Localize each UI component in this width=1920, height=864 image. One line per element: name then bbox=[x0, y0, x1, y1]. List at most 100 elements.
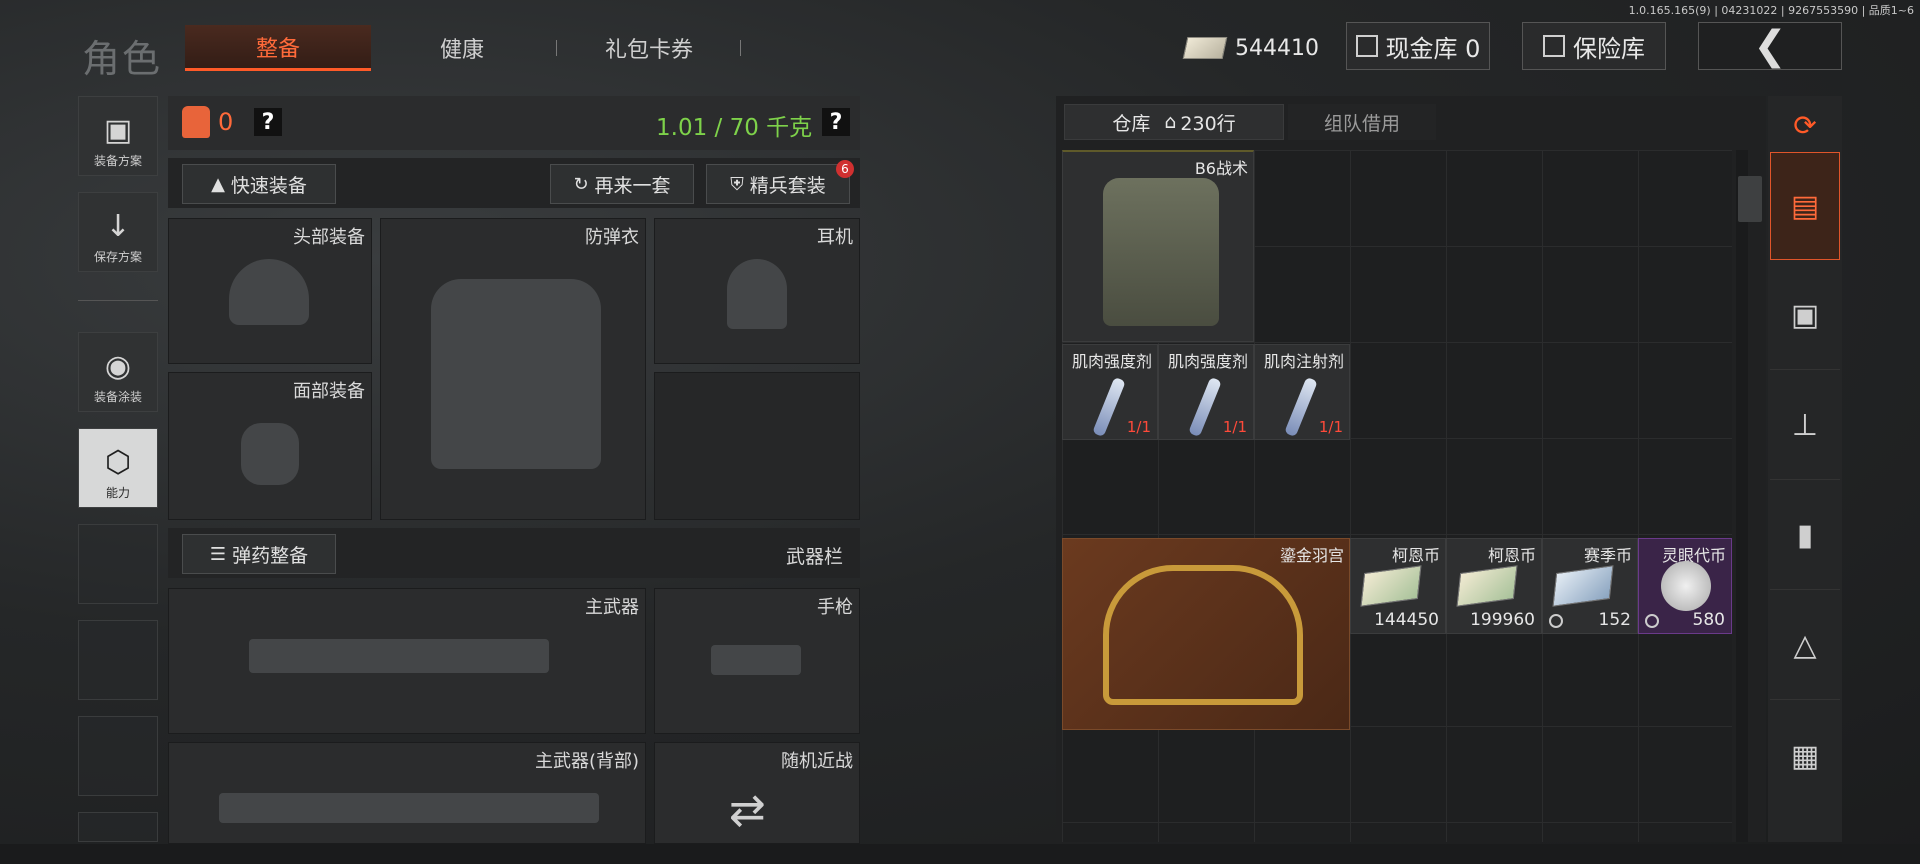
melee-slot[interactable]: 随机近战 ⇄ bbox=[654, 742, 860, 844]
backpack-icon bbox=[1103, 178, 1219, 326]
home-icon: ⌂ bbox=[1164, 111, 1177, 133]
filter-attachment-icon[interactable]: ▦ bbox=[1770, 702, 1840, 810]
body-armor-slot[interactable]: 防弹衣 bbox=[380, 218, 646, 520]
inventory-item[interactable]: 肌肉强度剂 1/1 bbox=[1062, 344, 1158, 440]
slot-label: 主武器 bbox=[585, 597, 639, 618]
filter-armor-icon[interactable]: ▣ bbox=[1770, 262, 1840, 370]
page-title: 角色 bbox=[82, 37, 163, 81]
sidebar-ability[interactable]: ⬡ 能力 bbox=[78, 428, 158, 508]
item-name: 肌肉强度剂 bbox=[1167, 352, 1248, 371]
tab-equip[interactable]: 整备 bbox=[185, 25, 371, 71]
syringe-icon bbox=[1284, 376, 1318, 438]
item-name: 鎏金羽宫 bbox=[1279, 546, 1344, 565]
currency-display: 544410 bbox=[1182, 28, 1319, 68]
insurance-vault-button[interactable]: 保险库 bbox=[1522, 22, 1666, 70]
sidebar-loadout-plan[interactable]: ▣ 装备方案 bbox=[78, 96, 158, 176]
tab-health[interactable]: 健康 bbox=[392, 25, 532, 71]
ammo-prep-button[interactable]: ☰ 弹药整备 bbox=[182, 534, 336, 574]
slot-label: 面部装备 bbox=[293, 381, 365, 402]
sidebar-item-label: 保存方案 bbox=[93, 250, 142, 264]
item-count: 199960 bbox=[1470, 610, 1535, 630]
tab-gift-cards[interactable]: 礼包卡券 bbox=[576, 25, 722, 71]
warehouse-scrollbar[interactable] bbox=[1736, 150, 1748, 842]
tab-team-borrow[interactable]: 组队借用 bbox=[1288, 104, 1436, 140]
elite-set-button[interactable]: ⛨ 精兵套装 bbox=[706, 164, 850, 204]
tab-divider bbox=[556, 40, 557, 56]
download-icon: ↓ bbox=[105, 209, 131, 244]
clock-icon bbox=[1645, 614, 1659, 628]
inventory-item[interactable]: B6战术 bbox=[1062, 150, 1254, 342]
scrollbar-thumb[interactable] bbox=[1738, 176, 1762, 222]
item-count: 152 bbox=[1598, 610, 1631, 630]
sidebar-empty-slot bbox=[78, 812, 158, 842]
inventory-item[interactable]: 柯恩币 144450 bbox=[1350, 538, 1446, 634]
cash-vault-button[interactable]: 现金库 0 bbox=[1346, 22, 1490, 70]
face-gear-slot[interactable]: 面部装备 bbox=[168, 372, 372, 520]
pistol-placeholder-icon bbox=[711, 645, 801, 675]
vault-icon bbox=[1355, 35, 1378, 57]
inventory-item[interactable]: 赛季币 152 bbox=[1542, 538, 1638, 634]
help-icon[interactable]: ? bbox=[822, 108, 850, 136]
warehouse-grid[interactable]: B6战术 肌肉强度剂 1/1 肌肉强度剂 1/1 肌肉注射剂 1/1 鎏金羽宫 … bbox=[1062, 150, 1732, 842]
insurance-label: 保险库 bbox=[1573, 34, 1645, 63]
slot-label: 耳机 bbox=[817, 227, 853, 248]
shuffle-icon: ⇄ bbox=[729, 785, 766, 836]
tab-storage[interactable]: 仓库 ⌂ 230行 bbox=[1064, 104, 1284, 140]
version-text: 1.0.165.165(9) | 04231022 | 9267553590 |… bbox=[1628, 4, 1914, 17]
back-weapon-slot[interactable]: 主武器(背部) bbox=[168, 742, 646, 844]
rifle-placeholder-icon bbox=[249, 639, 549, 673]
pistol-slot[interactable]: 手枪 bbox=[654, 588, 860, 734]
filter-all-icon[interactable]: ▤ bbox=[1770, 152, 1840, 260]
inventory-item[interactable]: 肌肉强度剂 1/1 bbox=[1158, 344, 1254, 440]
item-name: 柯恩币 bbox=[1487, 546, 1536, 565]
item-name: 肌肉注射剂 bbox=[1263, 352, 1344, 371]
item-name: 柯恩币 bbox=[1391, 546, 1440, 565]
slot-label: 主武器(背部) bbox=[534, 751, 639, 772]
headset-slot[interactable]: 耳机 bbox=[654, 218, 860, 364]
weight-readout: 1.01 / 70 千克 bbox=[656, 115, 813, 141]
sidebar-item-label: 装备方案 bbox=[93, 154, 142, 168]
item-count: 1/1 bbox=[1222, 418, 1247, 436]
slot-label: 随机近战 bbox=[781, 751, 853, 772]
birdcage-icon bbox=[1103, 565, 1303, 705]
sidebar-empty-slot bbox=[78, 620, 158, 700]
filter-ammo-icon[interactable]: △ bbox=[1770, 592, 1840, 700]
inventory-item[interactable]: 灵眼代币 580 bbox=[1638, 538, 1732, 634]
currency-amount: 544410 bbox=[1235, 35, 1319, 61]
tab-storage-label: 仓库 bbox=[1112, 112, 1151, 135]
sort-stack-icon[interactable]: ⟳ bbox=[1770, 100, 1840, 150]
sidebar-item-label: 能力 bbox=[105, 486, 130, 500]
armor-icon bbox=[182, 106, 210, 138]
item-count: 1/1 bbox=[1126, 418, 1151, 436]
inventory-item[interactable]: 柯恩币 199960 bbox=[1446, 538, 1542, 634]
back-button[interactable]: ❮ bbox=[1698, 22, 1842, 70]
cash-stack-icon bbox=[1456, 565, 1518, 607]
item-name: 肌肉强度剂 bbox=[1071, 352, 1152, 371]
armor-placeholder-icon bbox=[431, 279, 601, 469]
elite-set-label: 精兵套装 bbox=[749, 174, 826, 197]
headset-placeholder-icon bbox=[727, 259, 787, 329]
filter-magazine-icon[interactable]: ▮ bbox=[1770, 482, 1840, 590]
inventory-item[interactable]: 肌肉注射剂 1/1 bbox=[1254, 344, 1350, 440]
bottom-bar bbox=[0, 844, 1920, 864]
cash-icon bbox=[1182, 37, 1228, 59]
head-gear-slot[interactable]: 头部装备 bbox=[168, 218, 372, 364]
help-icon[interactable]: ? bbox=[254, 108, 282, 136]
refresh-icon: ↻ bbox=[573, 173, 589, 195]
slot-label: 手枪 bbox=[817, 597, 853, 618]
ability-icon: ⬡ bbox=[104, 445, 132, 480]
shirt-icon: ▲ bbox=[211, 173, 225, 195]
filter-rifle-icon[interactable]: ⊥ bbox=[1770, 372, 1840, 480]
storage-row-count: 230行 bbox=[1180, 112, 1236, 135]
helmet-placeholder-icon bbox=[229, 259, 309, 325]
another-set-button[interactable]: ↻ 再来一套 bbox=[550, 164, 694, 204]
quick-equip-button[interactable]: ▲ 快速装备 bbox=[182, 164, 336, 204]
sidebar-equip-paint[interactable]: ◉ 装备涂装 bbox=[78, 332, 158, 412]
sidebar-empty-slot bbox=[78, 524, 158, 604]
sidebar-save-plan[interactable]: ↓ 保存方案 bbox=[78, 192, 158, 272]
item-name: B6战术 bbox=[1194, 159, 1248, 178]
armor-count: 0 bbox=[218, 108, 234, 136]
cash-vault-label: 现金库 0 bbox=[1385, 34, 1481, 63]
inventory-item[interactable]: 鎏金羽宫 bbox=[1062, 538, 1350, 730]
primary-weapon-slot[interactable]: 主武器 bbox=[168, 588, 646, 734]
